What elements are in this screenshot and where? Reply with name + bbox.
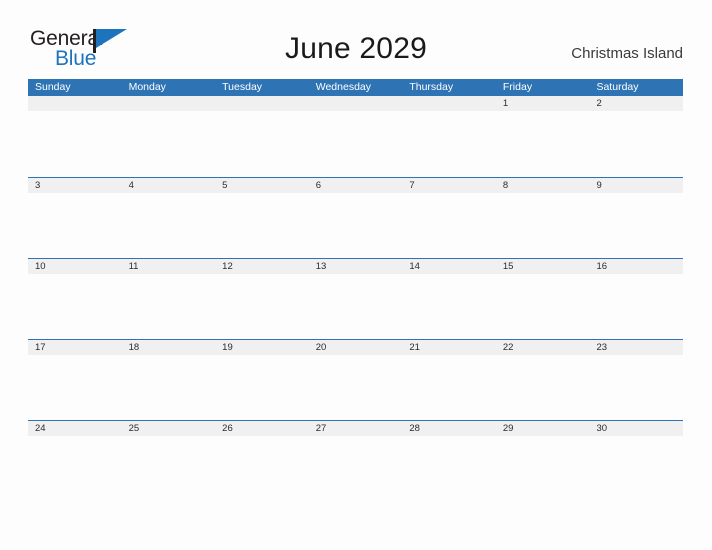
weekday-header-monday: Monday xyxy=(128,81,166,93)
day-number: 5 xyxy=(222,180,228,191)
day-cell[interactable]: 10 xyxy=(28,259,122,339)
day-number: 16 xyxy=(596,261,608,272)
weekday-header-tuesday: Tuesday xyxy=(222,81,263,93)
day-cell[interactable]: 11 xyxy=(121,259,216,339)
day-number: 1 xyxy=(502,98,509,109)
day-cell[interactable]: 6 xyxy=(308,178,403,258)
day-cell[interactable]: 2 xyxy=(589,96,684,177)
day-number: 29 xyxy=(502,423,514,434)
day-cell[interactable]: 22 xyxy=(495,340,590,420)
day-cell[interactable]: 20 xyxy=(308,340,403,420)
day-cell[interactable]: 17 xyxy=(28,340,122,420)
day-cell[interactable]: 5 xyxy=(215,178,309,258)
day-number: 7 xyxy=(409,180,415,191)
week-row: 3 4 5 6 7 8 9 xyxy=(28,177,684,258)
day-number: 10 xyxy=(35,261,46,272)
day-number: 30 xyxy=(596,423,608,434)
week-row: 17 18 19 20 21 22 23 xyxy=(28,339,684,420)
day-cell[interactable]: 18 xyxy=(121,340,216,420)
day-cell[interactable]: 4 xyxy=(121,178,216,258)
day-cell[interactable] xyxy=(308,96,403,177)
week-row: 10 11 12 13 14 15 16 xyxy=(28,258,684,339)
weekday-header-saturday: Saturday xyxy=(596,81,639,93)
day-number: 13 xyxy=(315,261,327,272)
weekday-header-thursday: Thursday xyxy=(409,81,454,93)
day-number: 21 xyxy=(409,342,420,353)
day-cell[interactable]: 27 xyxy=(308,421,403,501)
day-number: 11 xyxy=(128,261,139,272)
day-number: 14 xyxy=(409,261,420,272)
day-number: 19 xyxy=(222,342,233,353)
day-cell[interactable]: 24 xyxy=(28,421,122,501)
day-cell[interactable]: 14 xyxy=(402,259,496,339)
day-number: 26 xyxy=(222,423,233,434)
day-cell[interactable]: 1 xyxy=(495,96,590,177)
location-label: Christmas Island xyxy=(571,45,683,62)
day-number: 6 xyxy=(315,180,322,191)
day-number: 25 xyxy=(128,423,140,434)
day-cell[interactable]: 13 xyxy=(308,259,403,339)
week-row: 1 2 xyxy=(28,96,684,177)
day-number: 17 xyxy=(35,342,46,353)
day-cell[interactable]: 9 xyxy=(589,178,684,258)
week-row: 24 25 26 27 28 29 30 xyxy=(28,420,684,501)
day-number: 23 xyxy=(596,342,608,353)
weekday-header-wednesday: Wednesday xyxy=(315,81,371,93)
day-cell[interactable]: 3 xyxy=(28,178,122,258)
day-cell[interactable] xyxy=(402,96,496,177)
weekday-header-friday: Friday xyxy=(502,81,533,93)
page-header: General Blue June 2029 Christmas Island xyxy=(0,0,712,78)
day-number: 22 xyxy=(502,342,514,353)
day-cell[interactable]: 29 xyxy=(495,421,590,501)
day-number: 8 xyxy=(502,180,509,191)
day-cell[interactable]: 25 xyxy=(121,421,216,501)
weekday-header-row: Sunday Monday Tuesday Wednesday Thursday… xyxy=(28,79,683,96)
day-number: 15 xyxy=(502,261,514,272)
day-cell[interactable]: 30 xyxy=(589,421,684,501)
day-cell[interactable]: 19 xyxy=(215,340,309,420)
day-cell[interactable]: 21 xyxy=(402,340,496,420)
day-number: 12 xyxy=(222,261,233,272)
day-cell[interactable] xyxy=(28,96,122,177)
day-cell[interactable]: 26 xyxy=(215,421,309,501)
day-number: 24 xyxy=(35,423,46,434)
day-cell[interactable]: 15 xyxy=(495,259,590,339)
day-number: 18 xyxy=(128,342,140,353)
day-number: 28 xyxy=(409,423,420,434)
day-number: 4 xyxy=(128,180,134,191)
day-cell[interactable] xyxy=(215,96,309,177)
day-number: 2 xyxy=(596,98,602,109)
day-cell[interactable] xyxy=(121,96,216,177)
weekday-header-sunday: Sunday xyxy=(35,81,71,93)
day-number: 20 xyxy=(315,342,327,353)
day-cell[interactable]: 23 xyxy=(589,340,684,420)
day-cell[interactable]: 7 xyxy=(402,178,496,258)
day-number: 3 xyxy=(35,180,41,191)
day-number: 9 xyxy=(596,180,602,191)
day-number: 27 xyxy=(315,423,327,434)
day-cell[interactable]: 28 xyxy=(402,421,496,501)
day-cell[interactable]: 12 xyxy=(215,259,309,339)
calendar-grid: Sunday Monday Tuesday Wednesday Thursday… xyxy=(28,79,684,501)
day-cell[interactable]: 8 xyxy=(495,178,590,258)
day-cell[interactable]: 16 xyxy=(589,259,684,339)
